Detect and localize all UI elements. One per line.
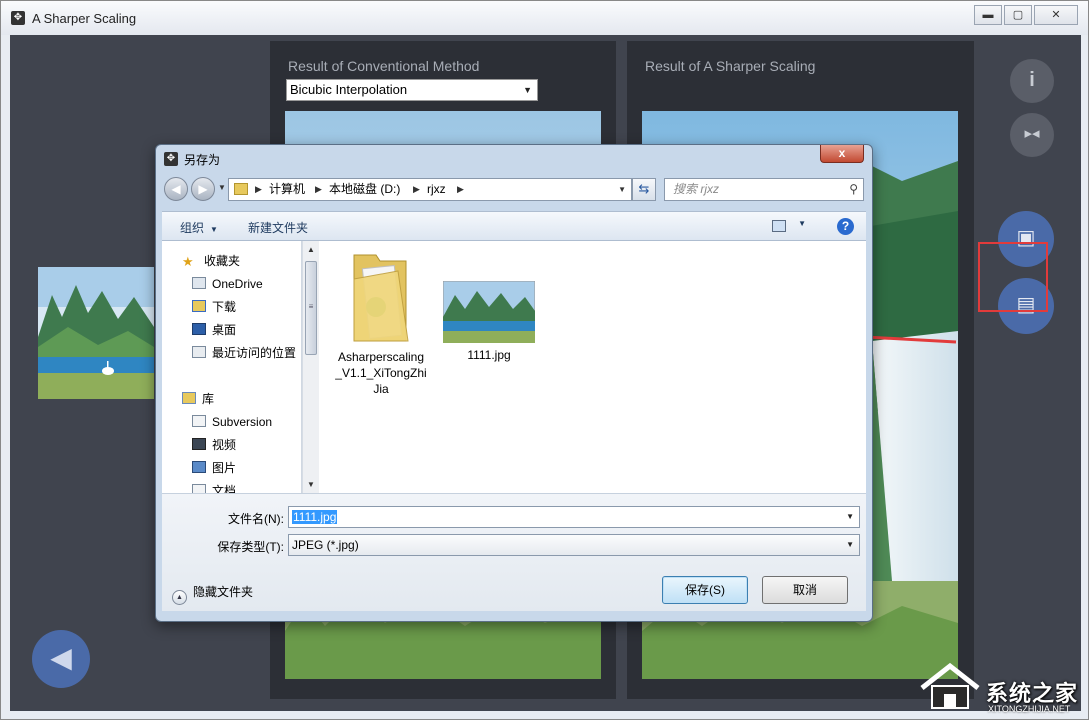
- file-name-line: Asharperscaling: [337, 350, 425, 364]
- desktop-icon: [192, 323, 206, 335]
- nav-library[interactable]: 库: [182, 389, 214, 409]
- chevron-down-icon[interactable]: ▼: [798, 219, 806, 228]
- file-name-line: _V1.1_XiTongZhi: [335, 366, 427, 380]
- search-input[interactable]: 搜索 rjxz ⚲: [664, 178, 864, 201]
- save-as-dialog: ✥ 另存为 x ◀ ▶ ▼ ▶ 计算机 ▶ 本地磁盘 (D:) ▶ rjxz ▶…: [155, 144, 873, 622]
- dialog-toolbar: 组织 ▼ 新建文件夹 ▼ ?: [162, 211, 866, 241]
- house-logo-icon: [920, 662, 980, 709]
- dialog-bottom: 文件名(N): 1111.jpg ▼ 保存类型(T): JPEG (*.jpg)…: [162, 493, 866, 611]
- nav-scrollbar[interactable]: ▲ ≡ ▼: [302, 241, 319, 493]
- recent-places-icon: [192, 346, 206, 358]
- onedrive-icon: [192, 277, 206, 289]
- app-title: A Sharper Scaling: [32, 11, 137, 26]
- new-folder-button[interactable]: 新建文件夹: [248, 219, 308, 236]
- document-icon: [192, 484, 206, 493]
- dialog-title: 另存为: [184, 153, 221, 167]
- breadcrumb-computer[interactable]: 计算机: [269, 179, 305, 200]
- chevron-down-icon: ▼: [523, 85, 532, 95]
- back-nav-button[interactable]: ◀: [164, 177, 188, 201]
- view-mode-icon[interactable]: [772, 220, 786, 232]
- app-titlebar: ✥ A Sharper Scaling ▬ ▢ ✕: [1, 1, 1088, 35]
- nav-desktop[interactable]: 桌面: [192, 320, 236, 340]
- star-icon: ★: [182, 254, 194, 269]
- downloads-icon: [192, 300, 206, 312]
- recent-locations-dropdown[interactable]: ▼: [218, 183, 226, 192]
- breadcrumb-rjxz[interactable]: rjxz: [427, 179, 446, 200]
- folder-icon: [234, 183, 248, 195]
- nav-recent-places[interactable]: 最近访问的位置: [192, 343, 296, 363]
- info-button[interactable]: i: [1010, 59, 1054, 103]
- highlight-box: [978, 242, 1048, 312]
- hide-folders-toggle[interactable]: ▲ 隐藏文件夹: [172, 583, 253, 605]
- filetype-label: 保存类型(T):: [217, 540, 284, 554]
- filetype-value: JPEG (*.jpg): [292, 538, 359, 552]
- dialog-app-icon: ✥: [164, 152, 178, 166]
- nav-subversion[interactable]: Subversion: [192, 412, 272, 432]
- compare-button[interactable]: ▸◂: [1010, 113, 1054, 157]
- source-thumbnail[interactable]: [38, 267, 154, 399]
- watermark: 系统之家 XITONGZHIJIA.NET: [918, 662, 1086, 716]
- method-select[interactable]: Bicubic Interpolation ▼: [286, 79, 538, 101]
- sharper-panel-title: Result of A Sharper Scaling: [645, 58, 816, 74]
- organize-label: 组织: [180, 221, 205, 235]
- minimize-button[interactable]: ▬: [974, 5, 1002, 25]
- file-item-folder[interactable]: Asharperscaling _V1.1_XiTongZhi Jia: [331, 249, 431, 397]
- chevron-right-icon: ▶: [413, 184, 420, 194]
- watermark-url: XITONGZHIJIA.NET: [988, 704, 1071, 714]
- filename-input[interactable]: 1111.jpg ▼: [288, 506, 860, 528]
- nav-pictures[interactable]: 图片: [192, 458, 236, 478]
- document-icon: [192, 415, 206, 427]
- address-bar[interactable]: ▶ 计算机 ▶ 本地磁盘 (D:) ▶ rjxz ▶ ▼: [228, 178, 632, 201]
- image-thumbnail: [443, 281, 535, 343]
- close-button[interactable]: ✕: [1034, 5, 1078, 25]
- cancel-button[interactable]: 取消: [762, 576, 848, 604]
- file-item-image[interactable]: 1111.jpg: [439, 281, 539, 363]
- search-placeholder: 搜索 rjxz: [673, 182, 719, 196]
- nav-videos[interactable]: 视频: [192, 435, 236, 455]
- nav-favorites[interactable]: ★ 收藏夹: [182, 251, 240, 271]
- scroll-down-icon[interactable]: ▼: [303, 476, 319, 493]
- nav-onedrive[interactable]: OneDrive: [192, 274, 263, 294]
- library-icon: [182, 392, 196, 404]
- conventional-panel-title: Result of Conventional Method: [288, 58, 480, 74]
- chevron-right-icon: ▶: [457, 184, 464, 194]
- refresh-button[interactable]: ⇆: [632, 178, 656, 201]
- chevron-right-icon: ▶: [255, 184, 262, 194]
- filetype-select[interactable]: JPEG (*.jpg) ▼: [288, 534, 860, 556]
- filename-label: 文件名(N):: [228, 512, 284, 526]
- chevron-down-icon: ▼: [846, 540, 854, 549]
- chevron-down-icon[interactable]: ▼: [846, 507, 854, 527]
- scroll-thumb[interactable]: ≡: [305, 261, 317, 355]
- picture-icon: [192, 461, 206, 473]
- video-icon: [192, 438, 206, 450]
- files-pane: Asharperscaling _V1.1_XiTongZhi Jia 1111…: [319, 241, 866, 493]
- maximize-button[interactable]: ▢: [1004, 5, 1032, 25]
- breadcrumb-local-disk[interactable]: 本地磁盘 (D:): [329, 179, 400, 200]
- search-icon: ⚲: [849, 182, 858, 196]
- back-button[interactable]: ◀: [32, 630, 90, 688]
- method-select-value: Bicubic Interpolation: [290, 82, 408, 97]
- save-button[interactable]: 保存(S): [662, 576, 748, 604]
- chevron-up-icon: ▲: [172, 590, 187, 605]
- scroll-up-icon[interactable]: ▲: [303, 241, 319, 258]
- nav-downloads[interactable]: 下载: [192, 297, 236, 317]
- dialog-titlebar: ✥ 另存为 x: [156, 145, 872, 173]
- file-name-line: Jia: [373, 382, 389, 396]
- navigation-pane: ★ 收藏夹 OneDrive 下载 桌面 最近访问的位置 库 Subversion…: [162, 241, 302, 493]
- file-name: 1111.jpg: [467, 348, 511, 362]
- organize-menu[interactable]: 组织 ▼: [180, 219, 218, 236]
- dialog-close-button[interactable]: x: [820, 145, 864, 163]
- app-icon: ✥: [11, 11, 25, 25]
- chevron-down-icon[interactable]: ▼: [618, 179, 626, 200]
- folder-icon: [353, 254, 409, 342]
- chevron-down-icon: ▼: [210, 225, 218, 234]
- chevron-right-icon: ▶: [315, 184, 322, 194]
- filename-value: 1111.jpg: [292, 510, 338, 524]
- nav-documents[interactable]: 文档: [192, 481, 236, 493]
- navigation-row: ◀ ▶ ▼ ▶ 计算机 ▶ 本地磁盘 (D:) ▶ rjxz ▶ ▼ ⇆ 搜索 …: [164, 177, 866, 203]
- help-icon[interactable]: ?: [837, 218, 854, 235]
- forward-nav-button[interactable]: ▶: [191, 177, 215, 201]
